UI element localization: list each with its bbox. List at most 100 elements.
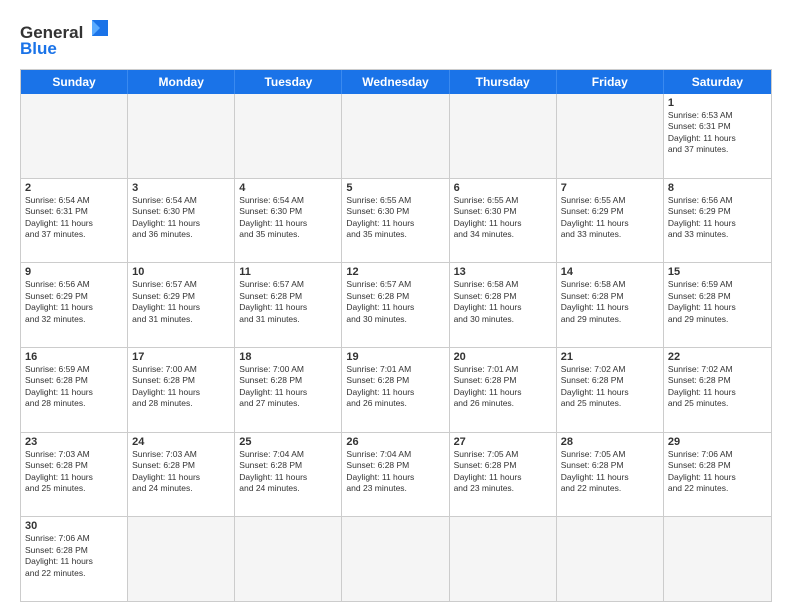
header: General Blue — [20, 16, 772, 61]
cell-info: Sunrise: 7:01 AM Sunset: 6:28 PM Dayligh… — [346, 364, 444, 410]
cell-info: Sunrise: 7:02 AM Sunset: 6:28 PM Dayligh… — [561, 364, 659, 410]
cell-info: Sunrise: 7:00 AM Sunset: 6:28 PM Dayligh… — [239, 364, 337, 410]
cal-cell — [557, 517, 664, 601]
cell-info: Sunrise: 7:06 AM Sunset: 6:28 PM Dayligh… — [668, 449, 767, 495]
cal-cell: 9Sunrise: 6:56 AM Sunset: 6:29 PM Daylig… — [21, 263, 128, 347]
day-number: 9 — [25, 266, 123, 278]
day-number: 18 — [239, 351, 337, 363]
cal-cell: 13Sunrise: 6:58 AM Sunset: 6:28 PM Dayli… — [450, 263, 557, 347]
cal-cell: 30Sunrise: 7:06 AM Sunset: 6:28 PM Dayli… — [21, 517, 128, 601]
day-number: 10 — [132, 266, 230, 278]
header-day-monday: Monday — [128, 70, 235, 94]
cal-cell: 19Sunrise: 7:01 AM Sunset: 6:28 PM Dayli… — [342, 348, 449, 432]
cell-info: Sunrise: 6:57 AM Sunset: 6:29 PM Dayligh… — [132, 279, 230, 325]
cal-cell: 21Sunrise: 7:02 AM Sunset: 6:28 PM Dayli… — [557, 348, 664, 432]
cal-cell: 16Sunrise: 6:59 AM Sunset: 6:28 PM Dayli… — [21, 348, 128, 432]
day-number: 30 — [25, 520, 123, 532]
cal-cell: 14Sunrise: 6:58 AM Sunset: 6:28 PM Dayli… — [557, 263, 664, 347]
cell-info: Sunrise: 6:54 AM Sunset: 6:30 PM Dayligh… — [239, 195, 337, 241]
cal-cell: 27Sunrise: 7:05 AM Sunset: 6:28 PM Dayli… — [450, 433, 557, 517]
cell-info: Sunrise: 7:03 AM Sunset: 6:28 PM Dayligh… — [25, 449, 123, 495]
page: General Blue SundayMondayTuesdayWednesda… — [0, 0, 792, 612]
cal-cell: 23Sunrise: 7:03 AM Sunset: 6:28 PM Dayli… — [21, 433, 128, 517]
day-number: 4 — [239, 182, 337, 194]
cal-cell — [342, 94, 449, 178]
cal-cell: 22Sunrise: 7:02 AM Sunset: 6:28 PM Dayli… — [664, 348, 771, 432]
cell-info: Sunrise: 6:54 AM Sunset: 6:30 PM Dayligh… — [132, 195, 230, 241]
cell-info: Sunrise: 7:06 AM Sunset: 6:28 PM Dayligh… — [25, 533, 123, 579]
day-number: 8 — [668, 182, 767, 194]
calendar-header: SundayMondayTuesdayWednesdayThursdayFrid… — [21, 70, 771, 94]
cell-info: Sunrise: 7:03 AM Sunset: 6:28 PM Dayligh… — [132, 449, 230, 495]
day-number: 28 — [561, 436, 659, 448]
cell-info: Sunrise: 7:02 AM Sunset: 6:28 PM Dayligh… — [668, 364, 767, 410]
cal-cell — [342, 517, 449, 601]
day-number: 15 — [668, 266, 767, 278]
day-number: 11 — [239, 266, 337, 278]
cal-cell: 17Sunrise: 7:00 AM Sunset: 6:28 PM Dayli… — [128, 348, 235, 432]
day-number: 21 — [561, 351, 659, 363]
week-row-1: 1Sunrise: 6:53 AM Sunset: 6:31 PM Daylig… — [21, 94, 771, 179]
cal-cell: 26Sunrise: 7:04 AM Sunset: 6:28 PM Dayli… — [342, 433, 449, 517]
cell-info: Sunrise: 7:05 AM Sunset: 6:28 PM Dayligh… — [561, 449, 659, 495]
cell-info: Sunrise: 6:57 AM Sunset: 6:28 PM Dayligh… — [239, 279, 337, 325]
week-row-5: 23Sunrise: 7:03 AM Sunset: 6:28 PM Dayli… — [21, 433, 771, 518]
cell-info: Sunrise: 6:57 AM Sunset: 6:28 PM Dayligh… — [346, 279, 444, 325]
cell-info: Sunrise: 6:56 AM Sunset: 6:29 PM Dayligh… — [668, 195, 767, 241]
cell-info: Sunrise: 6:59 AM Sunset: 6:28 PM Dayligh… — [668, 279, 767, 325]
header-day-tuesday: Tuesday — [235, 70, 342, 94]
svg-text:Blue: Blue — [20, 39, 57, 56]
day-number: 27 — [454, 436, 552, 448]
header-day-thursday: Thursday — [450, 70, 557, 94]
cal-cell: 28Sunrise: 7:05 AM Sunset: 6:28 PM Dayli… — [557, 433, 664, 517]
cell-info: Sunrise: 7:01 AM Sunset: 6:28 PM Dayligh… — [454, 364, 552, 410]
cell-info: Sunrise: 7:00 AM Sunset: 6:28 PM Dayligh… — [132, 364, 230, 410]
day-number: 3 — [132, 182, 230, 194]
day-number: 1 — [668, 97, 767, 109]
cell-info: Sunrise: 7:04 AM Sunset: 6:28 PM Dayligh… — [346, 449, 444, 495]
calendar-body: 1Sunrise: 6:53 AM Sunset: 6:31 PM Daylig… — [21, 94, 771, 601]
cell-info: Sunrise: 7:05 AM Sunset: 6:28 PM Dayligh… — [454, 449, 552, 495]
cal-cell: 20Sunrise: 7:01 AM Sunset: 6:28 PM Dayli… — [450, 348, 557, 432]
cell-info: Sunrise: 6:59 AM Sunset: 6:28 PM Dayligh… — [25, 364, 123, 410]
day-number: 17 — [132, 351, 230, 363]
header-day-wednesday: Wednesday — [342, 70, 449, 94]
day-number: 20 — [454, 351, 552, 363]
day-number: 23 — [25, 436, 123, 448]
cal-cell: 18Sunrise: 7:00 AM Sunset: 6:28 PM Dayli… — [235, 348, 342, 432]
cal-cell — [557, 94, 664, 178]
day-number: 16 — [25, 351, 123, 363]
cal-cell: 15Sunrise: 6:59 AM Sunset: 6:28 PM Dayli… — [664, 263, 771, 347]
calendar: SundayMondayTuesdayWednesdayThursdayFrid… — [20, 69, 772, 602]
day-number: 25 — [239, 436, 337, 448]
cell-info: Sunrise: 6:53 AM Sunset: 6:31 PM Dayligh… — [668, 110, 767, 156]
cell-info: Sunrise: 6:54 AM Sunset: 6:31 PM Dayligh… — [25, 195, 123, 241]
cal-cell — [450, 94, 557, 178]
cal-cell: 29Sunrise: 7:06 AM Sunset: 6:28 PM Dayli… — [664, 433, 771, 517]
cal-cell: 11Sunrise: 6:57 AM Sunset: 6:28 PM Dayli… — [235, 263, 342, 347]
day-number: 14 — [561, 266, 659, 278]
cal-cell: 3Sunrise: 6:54 AM Sunset: 6:30 PM Daylig… — [128, 179, 235, 263]
header-day-saturday: Saturday — [664, 70, 771, 94]
cal-cell: 5Sunrise: 6:55 AM Sunset: 6:30 PM Daylig… — [342, 179, 449, 263]
week-row-3: 9Sunrise: 6:56 AM Sunset: 6:29 PM Daylig… — [21, 263, 771, 348]
cell-info: Sunrise: 7:04 AM Sunset: 6:28 PM Dayligh… — [239, 449, 337, 495]
cal-cell: 8Sunrise: 6:56 AM Sunset: 6:29 PM Daylig… — [664, 179, 771, 263]
day-number: 19 — [346, 351, 444, 363]
cal-cell — [664, 517, 771, 601]
header-day-sunday: Sunday — [21, 70, 128, 94]
cal-cell: 1Sunrise: 6:53 AM Sunset: 6:31 PM Daylig… — [664, 94, 771, 178]
cell-info: Sunrise: 6:55 AM Sunset: 6:30 PM Dayligh… — [454, 195, 552, 241]
header-day-friday: Friday — [557, 70, 664, 94]
logo-text: General Blue — [20, 16, 110, 61]
cal-cell — [128, 517, 235, 601]
cal-cell: 2Sunrise: 6:54 AM Sunset: 6:31 PM Daylig… — [21, 179, 128, 263]
week-row-6: 30Sunrise: 7:06 AM Sunset: 6:28 PM Dayli… — [21, 517, 771, 601]
day-number: 22 — [668, 351, 767, 363]
day-number: 24 — [132, 436, 230, 448]
day-number: 2 — [25, 182, 123, 194]
day-number: 6 — [454, 182, 552, 194]
cal-cell — [450, 517, 557, 601]
cal-cell — [235, 94, 342, 178]
day-number: 13 — [454, 266, 552, 278]
